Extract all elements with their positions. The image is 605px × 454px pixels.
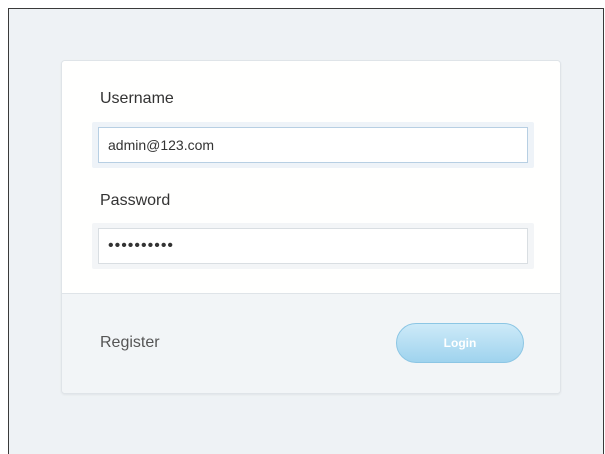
- username-field-wrapper: [92, 122, 534, 168]
- login-card: Username Password Register Login: [61, 60, 561, 394]
- password-label: Password: [100, 192, 171, 209]
- password-field-wrapper: [92, 223, 534, 269]
- username-input[interactable]: [98, 127, 528, 163]
- page-frame: Username Password Register Login: [8, 8, 604, 454]
- username-label: Username: [100, 90, 174, 107]
- login-button[interactable]: Login: [396, 323, 524, 363]
- password-input[interactable]: [98, 228, 528, 264]
- login-form: Username Password: [62, 61, 560, 293]
- login-card-footer: Register Login: [62, 293, 560, 393]
- register-link[interactable]: Register: [100, 334, 160, 352]
